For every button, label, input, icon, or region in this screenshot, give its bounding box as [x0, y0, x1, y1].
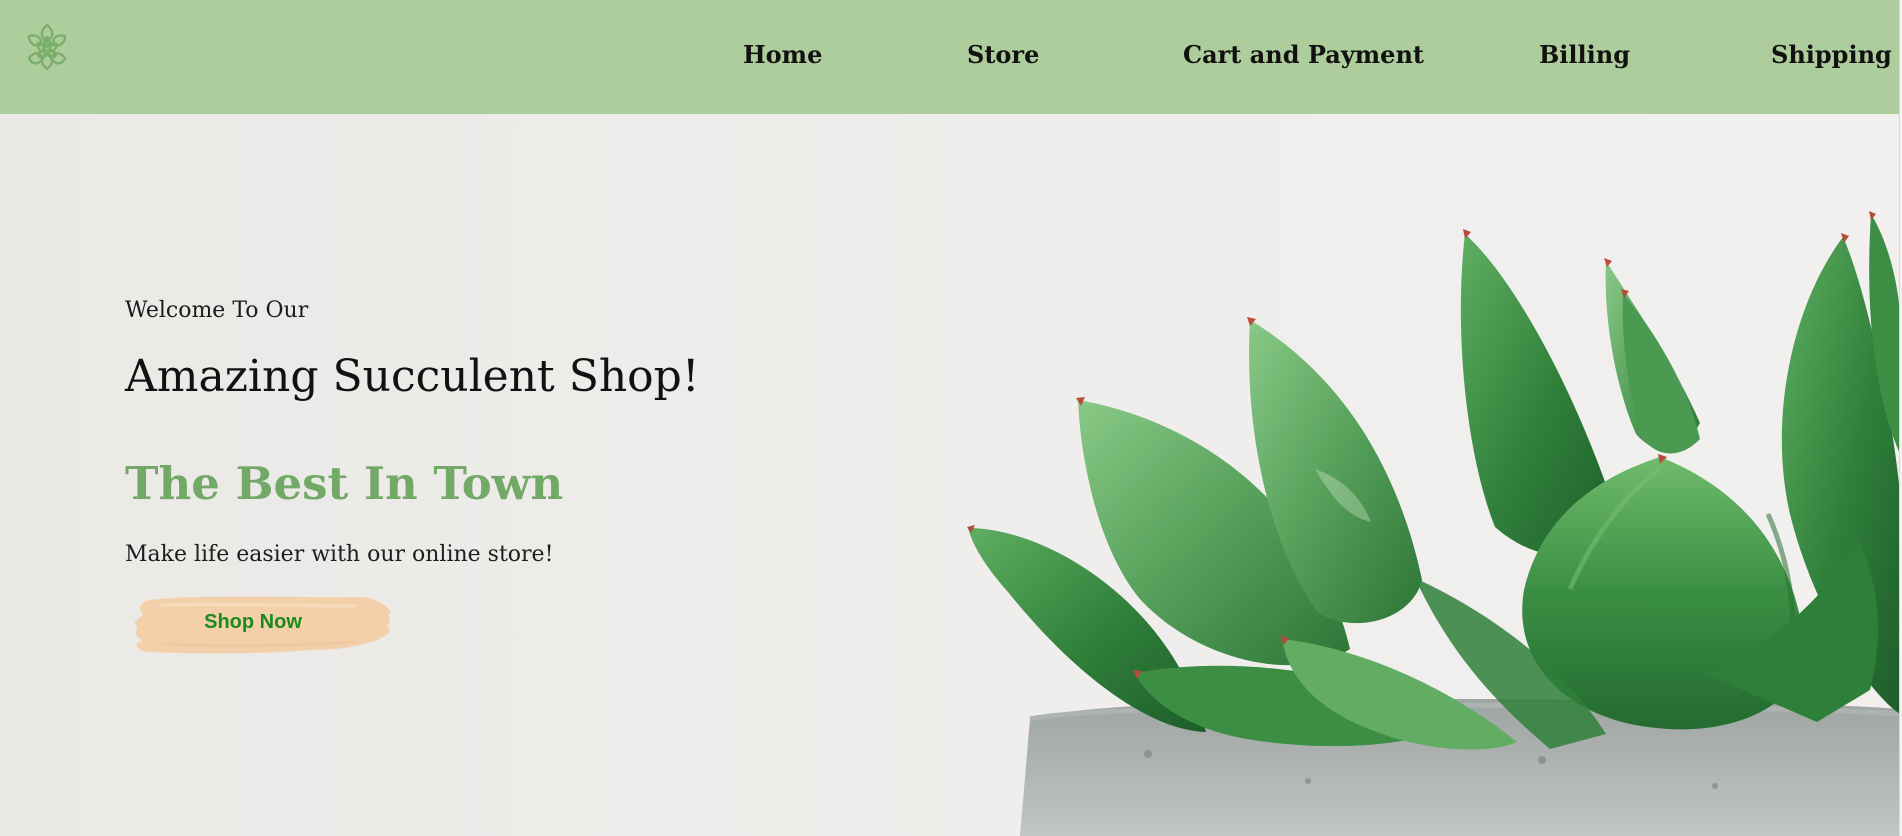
- nav-shipping-link[interactable]: Shipping: [1771, 38, 1892, 72]
- top-navigation: Home Store Cart and Payment Billing Ship…: [0, 0, 1900, 114]
- welcome-text: Welcome To Our: [125, 298, 309, 323]
- shop-now-label: Shop Now: [204, 611, 302, 633]
- hero-subheadline: The Best In Town: [125, 457, 564, 510]
- nav-cart-and-payment-link[interactable]: Cart and Payment: [1183, 38, 1424, 72]
- hero-headline: Amazing Succulent Shop!: [125, 351, 700, 402]
- succulent-rosette-logo-icon[interactable]: [16, 16, 78, 78]
- nav-store-link[interactable]: Store: [967, 38, 1039, 72]
- nav-home-link[interactable]: Home: [743, 38, 822, 72]
- website-viewport: Home Store Cart and Payment Billing Ship…: [0, 0, 1900, 836]
- page: Home Store Cart and Payment Billing Ship…: [0, 0, 1902, 836]
- hero-section: Welcome To Our Amazing Succulent Shop! T…: [0, 114, 1900, 836]
- shop-now-button[interactable]: Shop Now: [125, 594, 395, 658]
- hero-tagline: Make life easier with our online store!: [125, 542, 554, 567]
- nav-billing-link[interactable]: Billing: [1539, 38, 1630, 72]
- succulent-plant-image: [967, 211, 1900, 836]
